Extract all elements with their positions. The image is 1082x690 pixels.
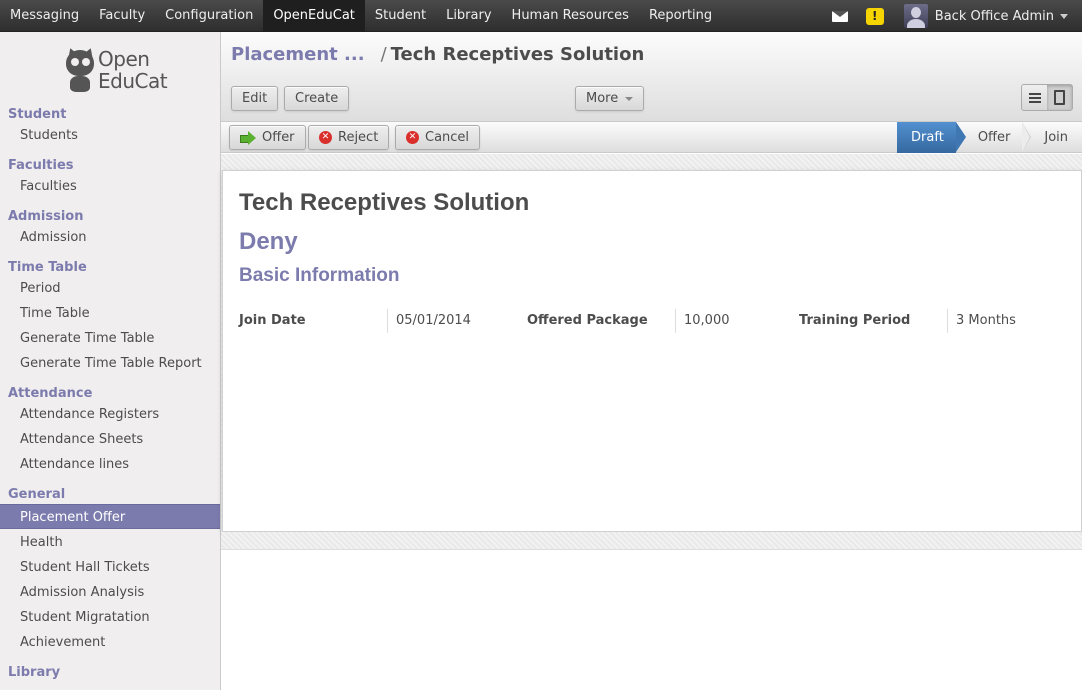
top-navbar: Messaging Faculty Configuration OpenEduC…: [0, 0, 1082, 32]
sidebar-item-students[interactable]: Students: [0, 123, 220, 148]
stage-draft[interactable]: Draft: [897, 122, 966, 153]
offered-package-label: Offered Package: [527, 313, 648, 328]
section-title: Basic Information: [239, 265, 400, 286]
user-menu-name[interactable]: Back Office Admin: [935, 9, 1054, 24]
reject-button[interactable]: ✕ Reject: [308, 125, 390, 150]
edit-button-label: Edit: [242, 91, 268, 106]
top-menu-configuration[interactable]: Configuration: [155, 0, 263, 32]
sidebar-item-admission[interactable]: Admission: [0, 225, 220, 250]
training-period-label: Training Period: [799, 313, 911, 328]
top-menu-reporting[interactable]: Reporting: [639, 0, 722, 32]
sidebar-item-generate-time-table[interactable]: Generate Time Table: [0, 326, 220, 351]
more-dropdown-button[interactable]: More: [575, 86, 645, 111]
sidebar-item-achievement[interactable]: Achievement: [0, 630, 220, 655]
form-view-button[interactable]: [1047, 85, 1072, 110]
sidebar-section-general: General: [8, 487, 66, 502]
control-panel: Placement ... / Tech Receptives Solution E…: [221, 32, 1082, 122]
cancel-button[interactable]: ✕ Cancel: [395, 125, 481, 150]
logo-text-line2: EduCat: [98, 69, 168, 93]
avatar[interactable]: [903, 4, 928, 28]
join-date-label: Join Date: [239, 313, 306, 328]
top-menu-messaging[interactable]: Messaging: [0, 0, 89, 32]
sidebar-item-period[interactable]: Period: [0, 276, 220, 301]
chevron-down-icon[interactable]: [1060, 13, 1068, 19]
stage-pipeline: Draft Offer Join: [897, 122, 1082, 153]
sidebar-section-attendance: Attendance: [8, 386, 93, 401]
breadcrumb: Placement ... / Tech Receptives Solution: [231, 44, 644, 65]
top-menu-openeducat[interactable]: OpenEduCat: [263, 0, 365, 32]
top-menu-human-resources[interactable]: Human Resources: [502, 0, 639, 32]
arrow-right-icon: [240, 130, 256, 145]
breadcrumb-current: Tech Receptives Solution: [390, 44, 645, 65]
create-button[interactable]: Create: [284, 86, 350, 111]
edit-button[interactable]: Edit: [231, 86, 279, 111]
user-area: ! Back Office Admin: [831, 0, 1082, 32]
list-view-icon: [1028, 92, 1041, 103]
mail-icon[interactable]: [831, 10, 848, 22]
sidebar: Open EduCat Student Students Faculties F…: [0, 32, 221, 690]
list-view-button[interactable]: [1022, 85, 1047, 110]
cancel-button-label: Cancel: [425, 130, 470, 145]
sidebar-item-generate-time-table-report[interactable]: Generate Time Table Report: [0, 351, 220, 376]
sidebar-item-placement-offer[interactable]: Placement Offer: [0, 504, 220, 529]
breadcrumb-parent-link[interactable]: Placement ...: [231, 44, 365, 65]
record-title: Tech Receptives Solution: [239, 189, 530, 216]
top-menu-student[interactable]: Student: [365, 0, 436, 32]
form-view-icon: [1054, 90, 1065, 105]
sidebar-section-faculties: Faculties: [8, 158, 74, 173]
sidebar-section-admission: Admission: [8, 209, 84, 224]
logo-text-line1: Open: [98, 47, 150, 71]
form-sheet: Tech Receptives Solution Deny Basic Info…: [222, 170, 1082, 532]
reject-button-label: Reject: [338, 130, 379, 145]
sidebar-section-student: Student: [8, 107, 67, 122]
sidebar-item-faculties[interactable]: Faculties: [0, 174, 220, 199]
offered-package-value: 10,000: [675, 309, 785, 333]
top-menu-faculty[interactable]: Faculty: [89, 0, 155, 32]
sidebar-item-health[interactable]: Health: [0, 530, 220, 555]
sidebar-item-student-hall-tickets[interactable]: Student Hall Tickets: [0, 555, 220, 580]
more-button-label: More: [586, 91, 619, 106]
sidebar-item-admission-analysis[interactable]: Admission Analysis: [0, 580, 220, 605]
close-circle-icon: ✕: [406, 131, 419, 144]
top-menu: Messaging Faculty Configuration OpenEduC…: [0, 0, 722, 32]
create-button-label: Create: [295, 91, 339, 106]
cat-logo-icon: [64, 46, 98, 92]
sidebar-item-student-migratation[interactable]: Student Migratation: [0, 605, 220, 630]
openeducat-logo[interactable]: Open EduCat: [62, 46, 172, 96]
join-date-value: 05/01/2014: [387, 309, 517, 333]
sidebar-item-time-table[interactable]: Time Table: [0, 301, 220, 326]
offer-button[interactable]: Offer: [229, 125, 306, 150]
training-period-value: 3 Months: [947, 309, 1057, 333]
sidebar-item-attendance-sheets[interactable]: Attendance Sheets: [0, 427, 220, 452]
close-circle-icon: ✕: [319, 131, 332, 144]
breadcrumb-separator: /: [380, 44, 387, 65]
record-status-heading: Deny: [239, 228, 298, 255]
view-switcher: [1021, 84, 1073, 111]
main-content: Placement ... / Tech Receptives Solution E…: [221, 32, 1082, 690]
top-menu-library[interactable]: Library: [436, 0, 501, 32]
sidebar-item-attendance-registers[interactable]: Attendance Registers: [0, 402, 220, 427]
sidebar-section-time-table: Time Table: [8, 260, 87, 275]
form-footer-background: [221, 532, 1082, 550]
logo-text: Open EduCat: [98, 47, 168, 93]
offer-button-label: Offer: [262, 130, 295, 145]
status-bar: Offer ✕ Reject ✕ Cancel Draft Offer Join: [221, 122, 1082, 153]
chevron-down-icon: [625, 96, 634, 101]
warning-icon[interactable]: !: [865, 7, 884, 25]
sidebar-item-attendance-lines[interactable]: Attendance lines: [0, 452, 220, 477]
sidebar-section-library: Library: [8, 665, 61, 680]
